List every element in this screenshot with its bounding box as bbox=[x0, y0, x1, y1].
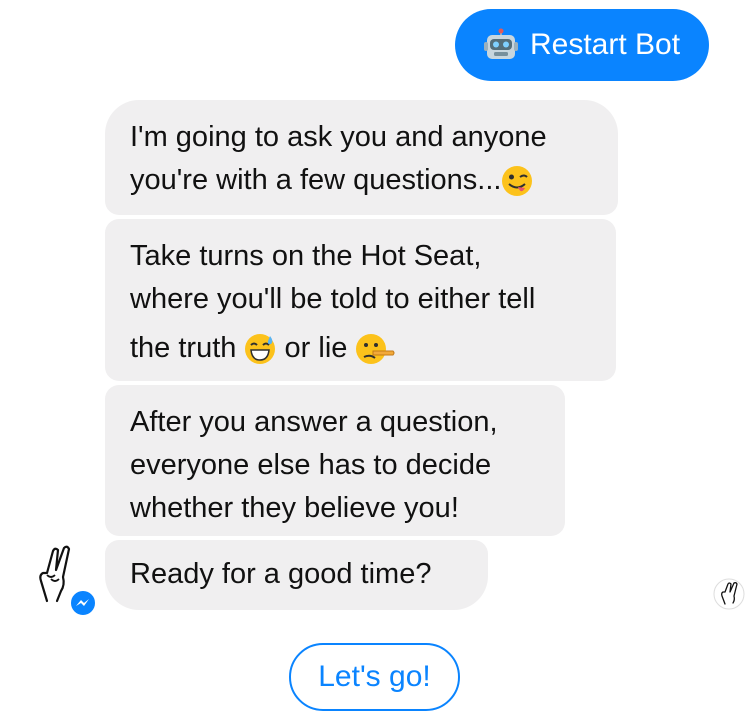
bot-message-2: Take turns on the Hot Seat, where you'll… bbox=[105, 219, 616, 381]
message-line: I'm going to ask you and anyone bbox=[130, 121, 547, 153]
robot-face-icon bbox=[483, 28, 518, 59]
message-line: you're with a few questions... bbox=[130, 164, 502, 196]
message-line: everyone else has to decide bbox=[130, 449, 492, 481]
message-line: Ready for a good time? bbox=[130, 558, 432, 590]
restart-bot-text: Restart Bot bbox=[529, 28, 681, 61]
message-line: or lie bbox=[284, 332, 348, 364]
bot-message-4: Ready for a good time? bbox=[105, 540, 488, 610]
winking-tongue-emoji bbox=[502, 166, 533, 197]
lets-go-quick-reply-button[interactable]: Let's go! bbox=[289, 643, 460, 711]
bot-message-3: After you answer a question, everyone el… bbox=[105, 385, 565, 536]
message-line: whether they believe you! bbox=[130, 492, 459, 524]
restart-bot-message: Restart Bot bbox=[455, 9, 709, 81]
quick-reply-label: Let's go! bbox=[318, 660, 431, 693]
message-line-with-emoji: the truth or lie bbox=[130, 327, 591, 370]
message-line: Take turns on the Hot Seat, bbox=[130, 240, 482, 272]
bot-message-1: I'm going to ask you and anyone you're w… bbox=[105, 100, 618, 215]
crossed-fingers-avatar[interactable] bbox=[33, 545, 75, 605]
lying-face-emoji bbox=[356, 334, 395, 365]
seen-avatar bbox=[713, 578, 745, 610]
messenger-badge-icon bbox=[69, 589, 97, 617]
message-line: After you answer a question, bbox=[130, 406, 498, 438]
message-line: the truth bbox=[130, 332, 237, 364]
message-line: where you'll be told to either tell bbox=[130, 283, 536, 315]
grinning-sweat-emoji bbox=[245, 334, 276, 365]
message-line-with-emoji: you're with a few questions... bbox=[130, 159, 593, 202]
